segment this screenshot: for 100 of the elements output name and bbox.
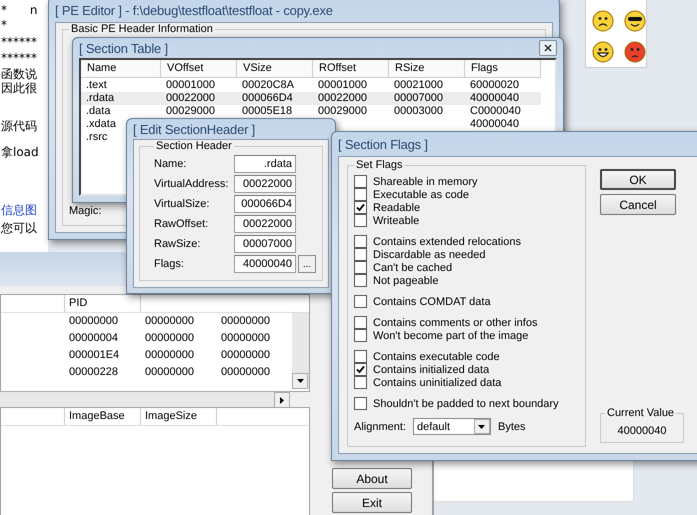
checkbox-label: Writeable [373, 214, 420, 226]
page-text: 您可以 [1, 221, 37, 235]
scroll-down-button[interactable] [292, 373, 308, 389]
angry-face-icon[interactable] [624, 40, 646, 62]
text-field[interactable]: 40000040 [234, 255, 296, 273]
column-header[interactable]: RSize [389, 60, 465, 78]
unit-label: Bytes [498, 420, 526, 432]
link[interactable]: 信息图 [1, 203, 37, 217]
group-title: Set Flags [355, 159, 404, 171]
field-label: Name: [154, 158, 188, 170]
table-cell-text: 00000000 [68, 314, 119, 329]
group-title: Basic PE Header Information [70, 23, 214, 35]
dialog-button[interactable]: About [332, 468, 412, 489]
alignment-dropdown[interactable]: default [412, 418, 491, 435]
text-field[interactable]: 000066D4 [234, 195, 296, 213]
field-label: Alignment: [354, 420, 406, 432]
checkbox-label: Contains initialized data [373, 364, 490, 376]
checkbox-label: Contains COMDAT data [373, 296, 491, 308]
table-cell-text: 00022000 [317, 92, 368, 105]
window-title: [ Edit SectionHeader ] [133, 122, 256, 136]
table-cell-text: 00000000 [144, 348, 195, 363]
sunglasses-face-icon[interactable] [624, 10, 646, 32]
dialog-button[interactable]: Exit [332, 492, 412, 513]
checkbox[interactable] [354, 248, 367, 261]
table-cell-text: 00021000 [393, 79, 444, 92]
checkbox[interactable] [354, 350, 367, 363]
window-title: [ PE Editor ] - f:\debug\testfloat\testfloat - copy.exe [55, 2, 333, 18]
checkbox[interactable] [354, 376, 367, 389]
page-text: 函数说 [1, 67, 37, 81]
column-header[interactable]: Flags [465, 60, 541, 78]
scrollbar[interactable] [0, 391, 290, 407]
checkbox[interactable] [354, 235, 367, 248]
current-value: 40000040 [616, 424, 668, 439]
checkbox-label: Contains executable code [373, 350, 500, 362]
browse-button[interactable]: ... [298, 255, 316, 273]
table-cell-text: 00000000 [220, 348, 271, 363]
table-cell[interactable]: .rsrc [81, 131, 112, 144]
table-cell[interactable]: .data [81, 105, 116, 118]
scrollbar[interactable] [292, 313, 309, 389]
checkbox[interactable] [354, 329, 367, 342]
checkbox[interactable] [354, 175, 367, 188]
dialog-button[interactable]: OK [600, 169, 676, 190]
scroll-right-button[interactable] [274, 392, 290, 408]
window-title: [ Section Flags ] [338, 136, 428, 152]
checkbox[interactable] [354, 363, 367, 376]
table-cell-text: 40000040 [469, 118, 520, 131]
window-title: [ Section Table ] [79, 40, 168, 56]
table-cell-text: 000001E4 [68, 348, 120, 363]
checkbox[interactable] [354, 214, 367, 227]
checkbox-label: Contains comments or other infos [373, 316, 538, 328]
column-header[interactable]: PID [65, 295, 141, 312]
table-cell-text: 00000000 [144, 331, 195, 346]
field-label: VirtualAddress: [154, 178, 230, 190]
table-cell-text: 00000000 [220, 314, 271, 329]
table-cell-text: 00029000 [317, 105, 368, 118]
checkbox-label: Contains extended relocations [373, 236, 521, 248]
close-icon [544, 44, 552, 52]
checkbox-label: Readable [373, 202, 420, 214]
close-button[interactable] [539, 40, 557, 56]
group-title: Section Header [155, 140, 233, 152]
field-label: VirtualSize: [154, 198, 210, 210]
text-field[interactable]: 00022000 [234, 175, 296, 193]
table-cell[interactable]: .rdata [81, 92, 120, 105]
checkbox-label: Executable as code [373, 188, 470, 200]
column-header[interactable]: ROffset [313, 60, 389, 78]
dialog-button[interactable]: Cancel [600, 194, 676, 215]
table-cell-text: 00000000 [220, 365, 271, 380]
text-field[interactable]: 00022000 [234, 215, 296, 233]
checkbox[interactable] [354, 188, 367, 201]
page-text: * n [1, 3, 38, 17]
text-field[interactable]: 00007000 [234, 235, 296, 253]
field-label: RawSize: [154, 238, 202, 250]
table-cell[interactable]: .xdata [81, 118, 121, 131]
checkbox-label: Can't be cached [373, 262, 452, 274]
table-cell[interactable]: .text [81, 79, 112, 92]
checkbox[interactable] [354, 316, 367, 329]
field-label: Flags: [154, 258, 185, 270]
checkbox[interactable] [354, 397, 367, 410]
table-cell-text: 00001000 [317, 79, 368, 92]
table-cell-text: 00005E18 [241, 105, 294, 118]
page-text: 拿load [1, 145, 39, 159]
smiling-face-icon[interactable] [592, 40, 614, 62]
column-header[interactable]: VSize [237, 60, 313, 78]
right-arrow-icon [280, 396, 284, 404]
checkbox[interactable] [354, 201, 367, 214]
checkbox[interactable] [354, 261, 367, 274]
page-text: 源代码 [1, 119, 37, 133]
checkbox[interactable] [354, 295, 367, 308]
sad-face-icon[interactable] [592, 10, 614, 32]
column-header[interactable]: VOffset [161, 60, 237, 78]
table-cell-text: 00000228 [68, 365, 119, 380]
table-cell-text: 00000000 [144, 365, 195, 380]
table-cell-text: 00007000 [393, 92, 444, 105]
column-header[interactable]: ImageBase [65, 408, 141, 425]
checkbox[interactable] [354, 274, 367, 287]
down-arrow-icon [296, 379, 304, 383]
text-field[interactable]: .rdata [234, 155, 296, 173]
table-cell-text: 000066D4 [241, 92, 294, 105]
column-header[interactable]: Name [81, 60, 161, 78]
column-header[interactable]: ImageSize [141, 408, 217, 425]
